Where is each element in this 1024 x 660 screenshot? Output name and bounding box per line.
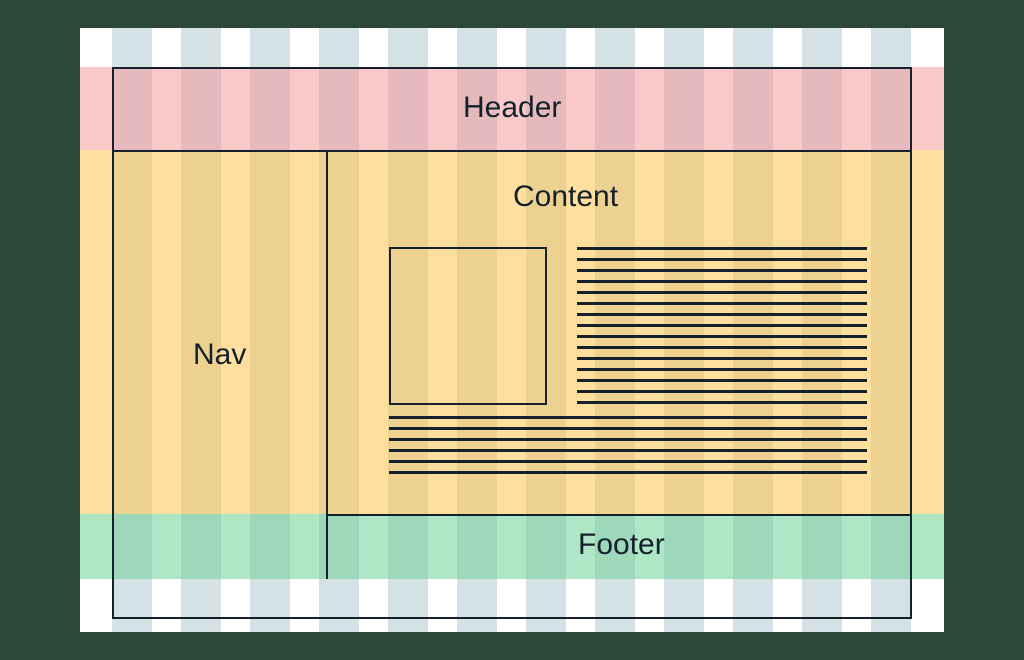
footer-divider <box>326 514 912 516</box>
diagram-canvas: Header Nav Content Footer <box>80 28 944 632</box>
content-image-placeholder <box>389 247 547 405</box>
nav-label: Nav <box>193 338 246 372</box>
content-text-lines <box>577 247 867 412</box>
content-text-lines-wide <box>389 416 867 482</box>
footer-label: Footer <box>578 528 665 562</box>
header-label: Header <box>463 91 561 125</box>
content-label: Content <box>513 180 618 214</box>
header-divider <box>112 150 912 152</box>
